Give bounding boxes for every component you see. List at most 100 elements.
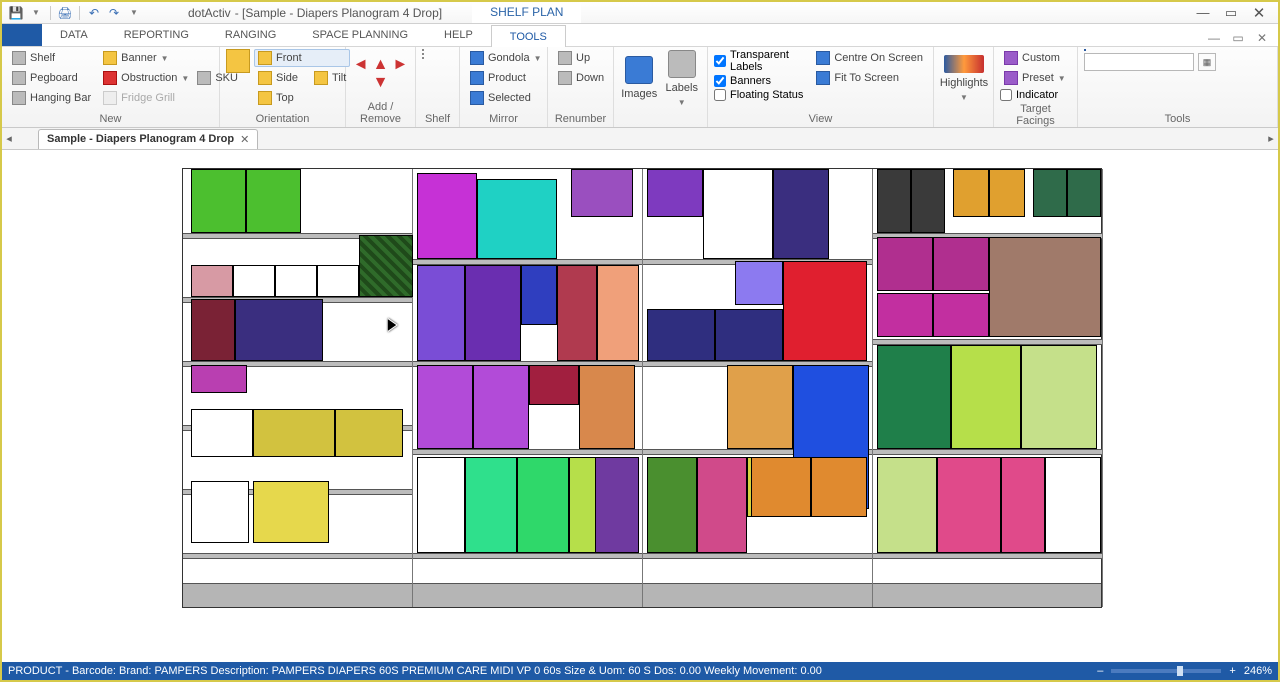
product[interactable]	[191, 169, 246, 233]
tools-search-input[interactable]	[1084, 53, 1194, 71]
product[interactable]	[647, 457, 697, 553]
product[interactable]	[1021, 345, 1097, 449]
save-icon[interactable]: 💾	[8, 5, 24, 21]
product[interactable]	[1001, 457, 1045, 553]
bay[interactable]	[413, 169, 643, 607]
product[interactable]	[417, 173, 477, 259]
highlights-button[interactable]: Highlights▼	[940, 49, 988, 107]
product[interactable]	[647, 309, 715, 361]
product[interactable]	[703, 169, 773, 259]
shelf-icon-3[interactable]	[422, 57, 424, 59]
redo-icon[interactable]: ↷	[106, 5, 122, 21]
product[interactable]	[191, 365, 247, 393]
target-indicator-checkbox[interactable]: Indicator	[1000, 89, 1070, 101]
maximize-button[interactable]: ▭	[1222, 4, 1240, 22]
file-tab[interactable]	[2, 24, 42, 46]
remove-down-icon[interactable]: ▼	[373, 76, 389, 90]
labels-button[interactable]: Labels▼	[663, 49, 702, 107]
product[interactable]	[275, 265, 317, 297]
target-custom-button[interactable]: Custom	[1000, 49, 1070, 67]
product[interactable]	[335, 409, 403, 457]
context-tab-shelf-plan[interactable]: SHELF PLAN	[472, 3, 581, 23]
product[interactable]	[417, 265, 465, 361]
tab-space-planning[interactable]: SPACE PLANNING	[294, 24, 426, 46]
doc-close-button[interactable]: ✕	[1254, 30, 1270, 46]
print-icon[interactable]: 🖨	[57, 5, 73, 21]
product[interactable]	[783, 261, 867, 361]
product[interactable]	[715, 309, 783, 361]
product[interactable]	[317, 265, 359, 297]
product[interactable]	[933, 293, 989, 337]
zoom-out-button[interactable]: –	[1097, 665, 1103, 677]
product[interactable]	[877, 237, 933, 291]
product[interactable]	[877, 345, 951, 449]
document-tab[interactable]: Sample - Diapers Planogram 4 Drop ✕	[38, 129, 258, 149]
centre-on-screen-button[interactable]: Centre On Screen	[812, 49, 927, 67]
product[interactable]	[811, 457, 867, 517]
product[interactable]	[465, 457, 517, 553]
tab-tools[interactable]: TOOLS	[491, 25, 566, 47]
product[interactable]	[989, 237, 1101, 337]
orientation-front-button[interactable]: Front	[254, 49, 350, 67]
tab-ranging[interactable]: RANGING	[207, 24, 294, 46]
product[interactable]	[571, 169, 633, 217]
renumber-down-button[interactable]: Down	[554, 69, 608, 87]
product[interactable]	[933, 237, 989, 291]
shelf[interactable]	[413, 553, 642, 559]
product[interactable]	[877, 293, 933, 337]
product[interactable]	[911, 169, 945, 233]
product[interactable]	[579, 365, 635, 449]
tab-reporting[interactable]: REPORTING	[106, 24, 207, 46]
product[interactable]	[773, 169, 829, 259]
orientation-side-button[interactable]: Side Tilt	[254, 69, 350, 87]
bay[interactable]	[873, 169, 1103, 607]
qat-dropdown-icon[interactable]: ▼	[28, 5, 44, 21]
floating-status-checkbox[interactable]: Floating Status	[714, 89, 808, 101]
shelf-icon-1[interactable]	[422, 49, 424, 51]
product[interactable]	[697, 457, 747, 553]
tab-data[interactable]: DATA	[42, 24, 106, 46]
tab-help[interactable]: HELP	[426, 24, 491, 46]
product[interactable]	[233, 265, 275, 297]
product[interactable]	[521, 265, 557, 325]
product[interactable]	[557, 265, 597, 361]
product[interactable]	[191, 409, 253, 457]
product[interactable]	[246, 169, 301, 233]
zoom-slider[interactable]	[1111, 669, 1221, 673]
shelf[interactable]	[643, 553, 872, 559]
target-preset-button[interactable]: Preset▼	[1000, 69, 1070, 87]
product[interactable]	[989, 169, 1025, 217]
bay[interactable]	[183, 169, 413, 607]
product[interactable]	[417, 365, 473, 449]
orientation-top-button[interactable]: Top	[254, 89, 350, 107]
undo-icon[interactable]: ↶	[86, 5, 102, 21]
product[interactable]	[1067, 169, 1101, 217]
product[interactable]	[647, 169, 703, 217]
product[interactable]	[877, 457, 937, 553]
mirror-selected-button[interactable]: Selected	[466, 89, 546, 107]
product[interactable]	[191, 299, 235, 361]
product[interactable]	[517, 457, 569, 553]
shelf[interactable]	[873, 449, 1102, 455]
renumber-up-button[interactable]: Up	[554, 49, 608, 67]
document-tab-close-icon[interactable]: ✕	[240, 133, 249, 146]
zoom-in-button[interactable]: +	[1229, 665, 1235, 677]
product[interactable]	[937, 457, 1001, 553]
product[interactable]	[735, 261, 783, 305]
shelf[interactable]	[183, 553, 412, 559]
remove-left-icon[interactable]: ◄	[353, 58, 369, 72]
product[interactable]	[877, 169, 911, 233]
new-shelf-button[interactable]: Shelf	[8, 49, 95, 67]
product[interactable]	[473, 365, 529, 449]
tab-scroll-right[interactable]: ▸	[1264, 132, 1278, 145]
bay[interactable]	[643, 169, 873, 607]
product[interactable]	[597, 265, 639, 361]
shelf[interactable]	[873, 553, 1102, 559]
product[interactable]	[953, 169, 989, 217]
product[interactable]	[951, 345, 1021, 449]
product[interactable]	[595, 457, 639, 553]
product[interactable]	[235, 299, 323, 361]
shelf[interactable]	[413, 449, 642, 455]
images-button[interactable]: Images	[620, 49, 659, 107]
product[interactable]	[1045, 457, 1101, 553]
